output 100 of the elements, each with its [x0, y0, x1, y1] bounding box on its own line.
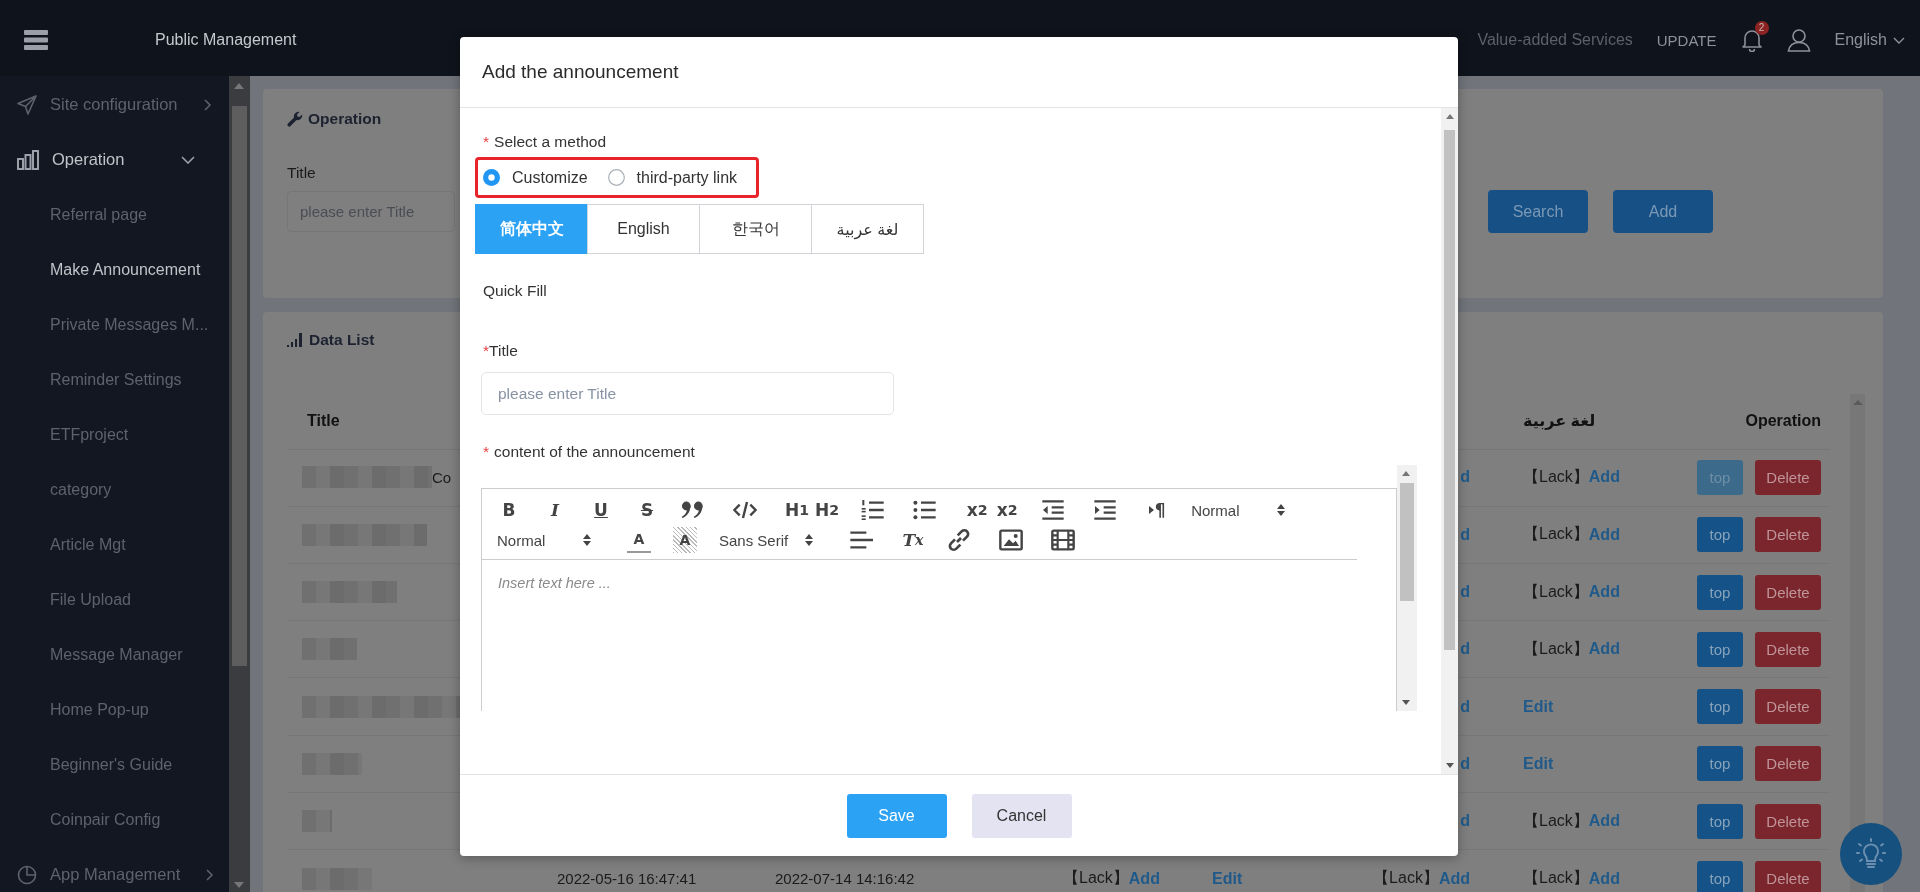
sidebar-item[interactable]: Home Pop-up [0, 682, 229, 737]
sidebar-item[interactable]: Referral page [0, 187, 229, 242]
field-label: *Title [483, 342, 519, 360]
field-label: * Select a method [483, 133, 608, 151]
numbered-list-icon[interactable] [861, 497, 886, 523]
column-header: Operation [1745, 411, 1821, 430]
field-label: * content of the announcement [483, 443, 696, 461]
top-button[interactable]: top [1697, 746, 1743, 782]
cancel-button[interactable]: Cancel [971, 793, 1072, 838]
top-button[interactable]: top [1697, 574, 1743, 610]
sidebar-item[interactable]: category [0, 462, 229, 517]
underline-button[interactable]: U [589, 497, 613, 523]
sidebar-group[interactable]: Site configuration [0, 77, 229, 132]
save-button[interactable]: Save [846, 793, 947, 838]
sidebar-group[interactable]: App Management [0, 847, 229, 892]
table-link[interactable]: Add [1438, 869, 1470, 888]
quick-fill-label: Quick Fill [483, 282, 548, 300]
delete-button[interactable]: Delete [1755, 803, 1821, 839]
sidebar-group[interactable]: Operation [0, 132, 229, 187]
user-icon[interactable] [1786, 28, 1811, 52]
column-header: لغة عربية [1523, 411, 1596, 430]
delete-button[interactable]: Delete [1755, 574, 1821, 610]
missing-note: 【Lack】 [1063, 868, 1129, 888]
wrench-icon [287, 111, 303, 127]
table-link[interactable]: Add [1588, 812, 1620, 831]
language-tab[interactable]: 한국어 [699, 204, 812, 254]
menu-icon[interactable] [24, 30, 48, 50]
format-dropdown[interactable]: Sans Serif [719, 527, 819, 553]
table-cell: 2022-07-14 14:16:42 [775, 870, 915, 887]
delete-button[interactable]: Delete [1755, 517, 1821, 553]
film-icon[interactable] [1051, 527, 1075, 553]
top-button[interactable]: top [1697, 517, 1743, 553]
delete-button[interactable]: Delete [1755, 459, 1821, 495]
pie-chart-icon [17, 864, 37, 885]
indent-icon[interactable] [1093, 497, 1118, 523]
table-link[interactable]: Edit [1212, 869, 1243, 888]
outdent-icon[interactable] [1041, 497, 1066, 523]
delete-button[interactable]: Delete [1755, 861, 1821, 892]
radio-option[interactable]: Customize [483, 168, 594, 187]
nav-item[interactable]: Public Management [155, 31, 297, 49]
table-link[interactable]: d [1460, 525, 1470, 544]
sidebar-item[interactable]: Reminder Settings [0, 352, 229, 407]
add-button[interactable]: Add [1613, 190, 1713, 233]
sidebar-item[interactable]: Beginner's Guide [0, 737, 229, 792]
missing-note: 【Lack】 [1523, 638, 1589, 659]
text-color-button[interactable]: A [627, 527, 651, 553]
table-link[interactable]: d [1460, 583, 1470, 602]
signal-bars-icon [287, 333, 304, 347]
send-icon [17, 94, 37, 115]
table-link[interactable]: d [1460, 468, 1470, 487]
image-icon[interactable] [999, 527, 1023, 553]
table-link[interactable]: d [1460, 812, 1470, 831]
bold-button[interactable]: B [497, 497, 521, 523]
search-button[interactable]: Search [1488, 190, 1588, 233]
field-label: Title [287, 164, 316, 182]
highlight-color-button[interactable]: A [673, 527, 697, 553]
notification-badge: 2 [1754, 21, 1769, 35]
update-link[interactable]: UPDATE [1656, 31, 1717, 49]
delete-button[interactable]: Delete [1755, 746, 1821, 782]
table-link[interactable]: Edit [1523, 754, 1554, 773]
sidebar-item[interactable]: Coinpair Config [0, 792, 229, 847]
table-link[interactable]: d [1460, 640, 1470, 659]
missing-note: 【Lack】 [1373, 868, 1439, 888]
link-icon[interactable] [947, 527, 971, 553]
table-link[interactable]: Add [1588, 468, 1620, 487]
editor-field[interactable]: Insert text here ... [482, 560, 1396, 711]
table-link[interactable]: Add [1588, 640, 1620, 659]
table-cell: Co [432, 468, 452, 486]
strikethrough-button[interactable]: S [635, 497, 659, 523]
table-link[interactable]: Add [1588, 869, 1620, 888]
sidebar-item[interactable]: Article Mgt [0, 517, 229, 572]
sidebar-item[interactable]: Message Manager [0, 627, 229, 682]
text-direction-button[interactable]: ¶ [1145, 497, 1170, 523]
delete-button[interactable]: Delete [1755, 631, 1821, 667]
up-down-arrows-icon [583, 534, 591, 546]
nav-item[interactable]: Value-added Services [1477, 31, 1633, 49]
top-button[interactable]: top [1697, 689, 1743, 725]
format-dropdown[interactable]: Normal [497, 527, 597, 553]
language-tab[interactable]: 简体中文 [475, 204, 588, 254]
up-down-arrows-icon [805, 534, 813, 546]
delete-button[interactable]: Delete [1755, 689, 1821, 725]
language-tab[interactable]: لغة عربية [811, 204, 924, 254]
table-link[interactable]: d [1460, 754, 1470, 773]
table-link[interactable]: Add [1128, 869, 1160, 888]
sidebar-item[interactable]: File Upload [0, 572, 229, 627]
format-dropdown[interactable]: Normal [1191, 497, 1292, 523]
table-link[interactable]: Add [1588, 525, 1620, 544]
top-button[interactable]: top [1697, 631, 1743, 667]
radio-option[interactable]: third-party link [607, 168, 744, 187]
italic-button[interactable]: I [543, 497, 567, 523]
table-link[interactable]: Add [1588, 583, 1620, 602]
sidebar-item[interactable]: ETFproject [0, 407, 229, 462]
table-link[interactable]: Edit [1523, 697, 1554, 716]
sidebar-item[interactable]: Private Messages M... [0, 297, 229, 352]
language-tab[interactable]: English [587, 204, 700, 254]
table-link[interactable]: d [1460, 697, 1470, 716]
language-selector[interactable]: English [1834, 31, 1905, 49]
top-button[interactable]: top [1697, 803, 1743, 839]
top-button[interactable]: top [1697, 861, 1743, 892]
sidebar-item[interactable]: Make Announcement [0, 242, 229, 297]
